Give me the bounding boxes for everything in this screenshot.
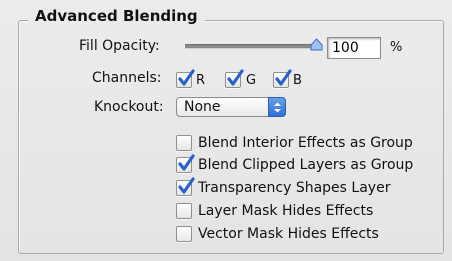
- vector-mask-hides-effects-checkbox[interactable]: [176, 226, 192, 242]
- blend-clipped-layers-label: Blend Clipped Layers as Group: [198, 157, 414, 173]
- blend-interior-effects-label: Blend Interior Effects as Group: [198, 135, 413, 151]
- percent-unit: %: [390, 40, 403, 55]
- select-arrows-icon: [268, 97, 286, 117]
- layer-mask-hides-effects-label: Layer Mask Hides Effects: [198, 203, 374, 219]
- group-title: Advanced Blending: [28, 7, 205, 25]
- channel-g-checkbox[interactable]: [225, 69, 244, 88]
- advanced-blending-panel: Advanced Blending Fill Opacity: % Channe…: [0, 0, 452, 261]
- channel-b-label: B: [293, 73, 302, 88]
- checkmark-icon: [275, 69, 292, 86]
- checkmark-icon: [227, 69, 244, 86]
- channel-g-label: G: [246, 73, 257, 88]
- knockout-label: Knockout:: [94, 99, 164, 115]
- blend-clipped-layers-checkbox[interactable]: [176, 154, 195, 173]
- fill-opacity-input[interactable]: [327, 37, 381, 59]
- checkmark-icon: [178, 177, 195, 194]
- knockout-selected-value: None: [184, 99, 221, 115]
- channel-b-checkbox[interactable]: [273, 69, 292, 88]
- checkmark-icon: [178, 69, 195, 86]
- vector-mask-hides-effects-label: Vector Mask Hides Effects: [198, 226, 379, 242]
- fill-opacity-slider-thumb[interactable]: [310, 38, 323, 51]
- fill-opacity-slider[interactable]: [185, 44, 319, 49]
- channel-r-checkbox[interactable]: [176, 69, 195, 88]
- transparency-shapes-checkbox[interactable]: [176, 177, 195, 196]
- channel-r-label: R: [196, 73, 206, 88]
- fill-opacity-label: Fill Opacity:: [79, 38, 160, 54]
- channels-label: Channels:: [92, 70, 162, 86]
- transparency-shapes-label: Transparency Shapes Layer: [198, 180, 391, 196]
- checkmark-icon: [178, 154, 195, 171]
- blend-interior-effects-checkbox[interactable]: [176, 135, 192, 151]
- knockout-select[interactable]: None: [176, 97, 286, 117]
- layer-mask-hides-effects-checkbox[interactable]: [176, 203, 192, 219]
